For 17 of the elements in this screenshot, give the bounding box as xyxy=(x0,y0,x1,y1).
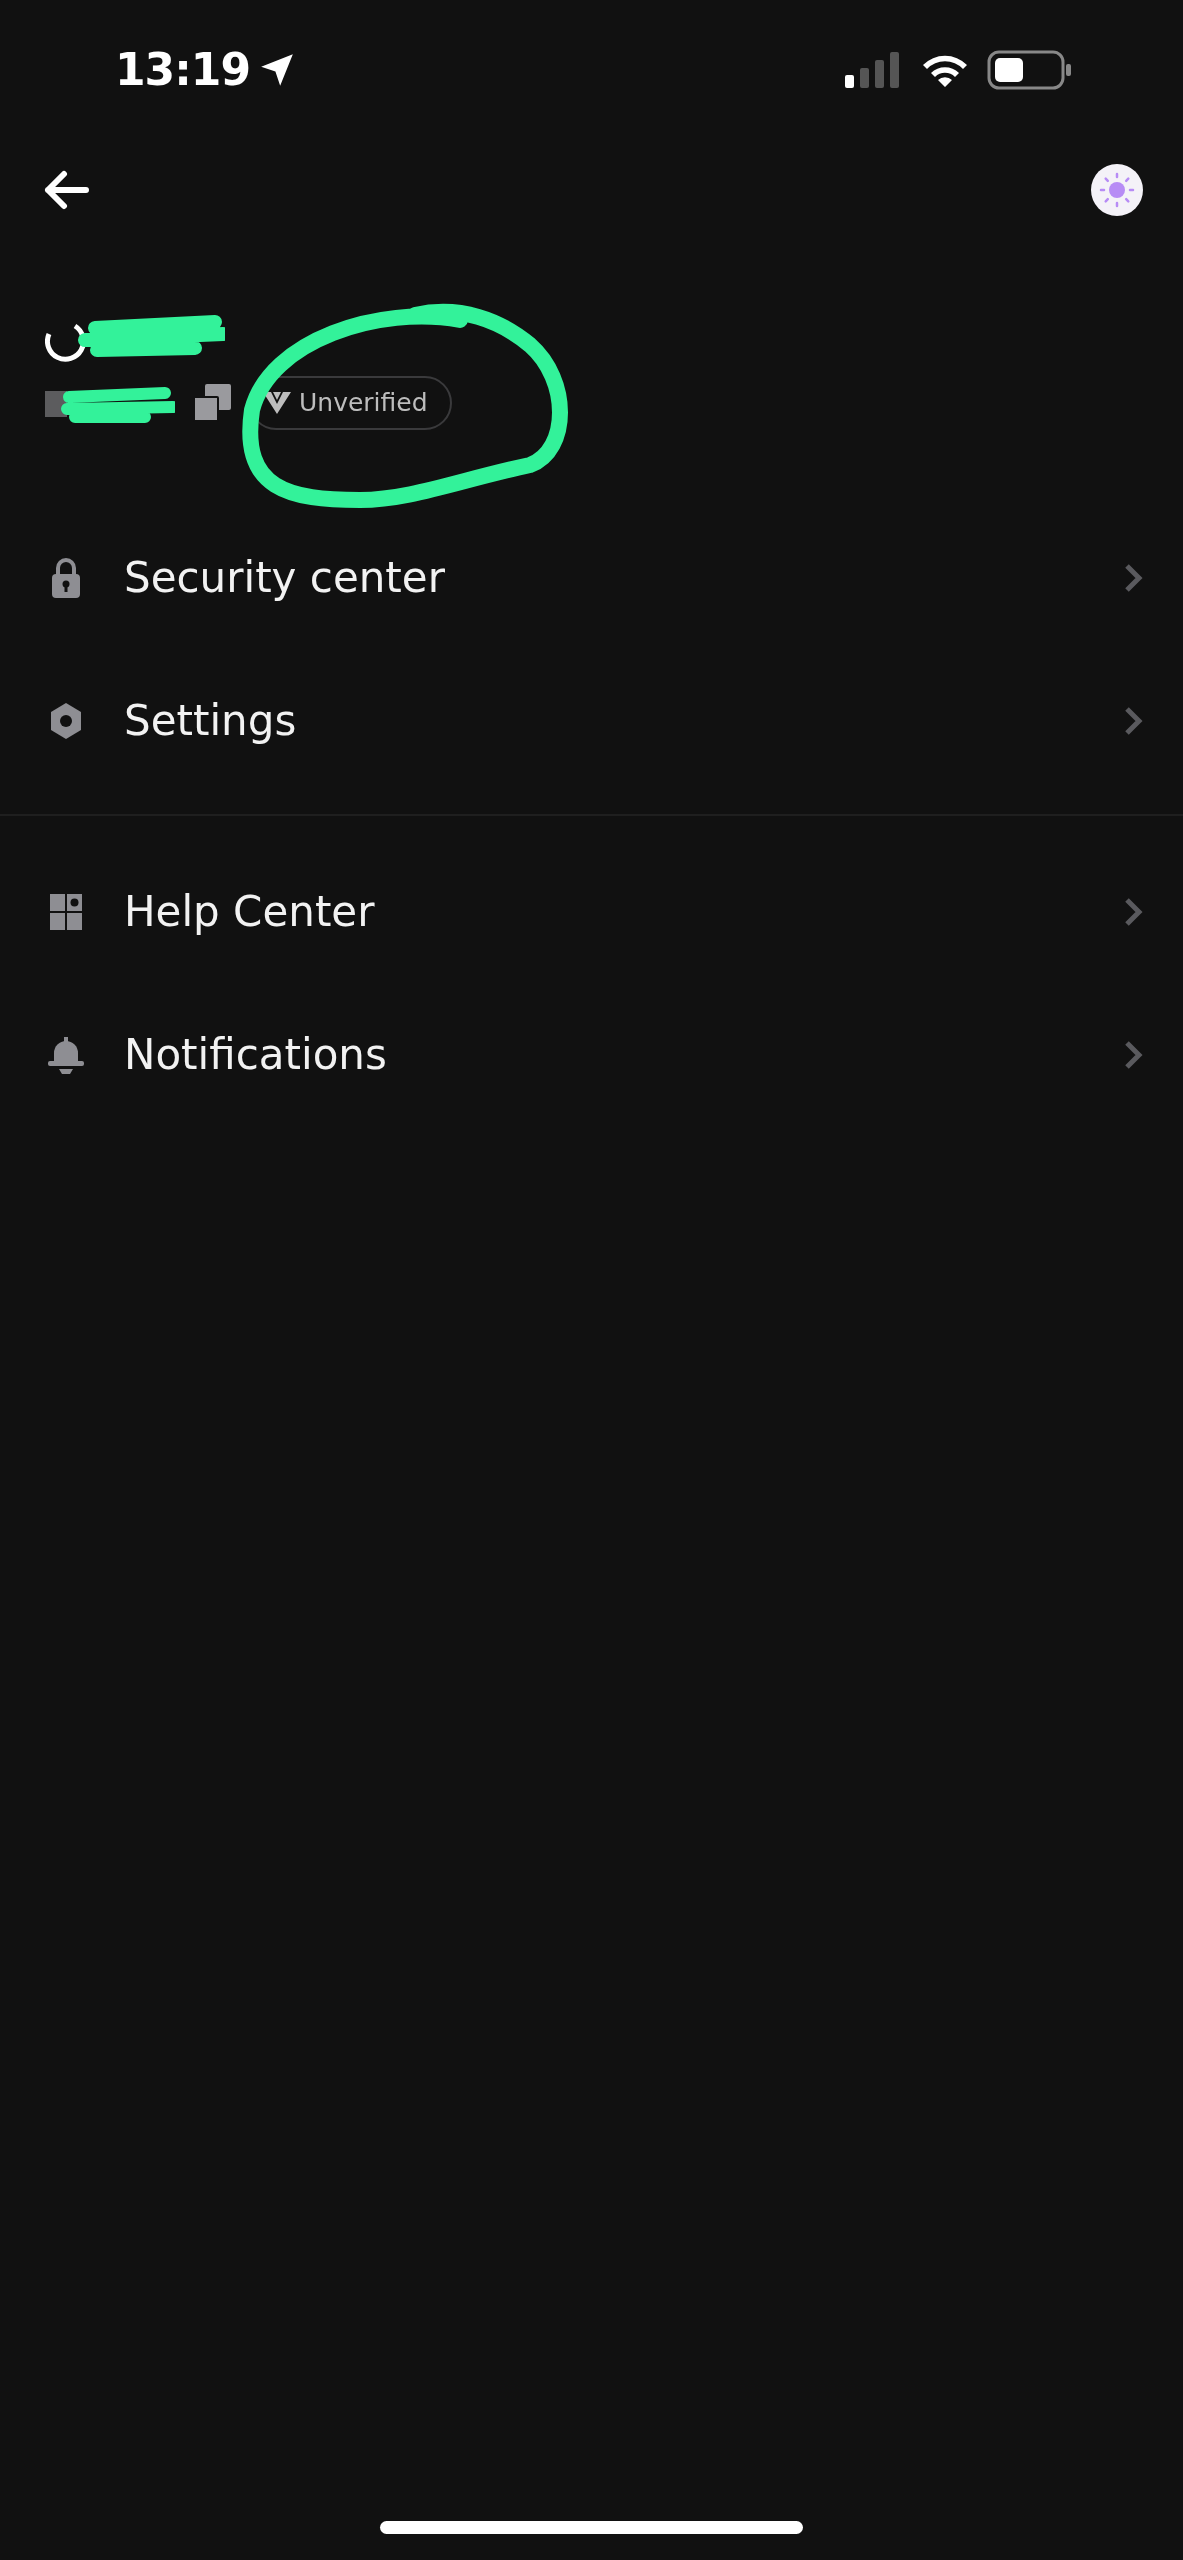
battery-icon xyxy=(987,50,1073,90)
hexagon-icon xyxy=(48,700,84,741)
chevron-right-icon xyxy=(1123,896,1143,927)
back-arrow-icon[interactable] xyxy=(42,170,90,210)
grid-icon xyxy=(48,891,84,932)
bell-icon xyxy=(48,1034,84,1075)
menu-item[interactable]: Settings xyxy=(0,649,1183,792)
chevron-right-icon xyxy=(1123,705,1143,736)
menu-item[interactable]: Security center xyxy=(0,506,1183,649)
status-time: 13:19 xyxy=(115,43,251,97)
menu-item[interactable]: Notifications xyxy=(0,983,1183,1126)
chevron-right-icon xyxy=(1123,1039,1143,1070)
theme-toggle-icon[interactable] xyxy=(1091,164,1143,216)
v-logo-icon xyxy=(263,392,291,414)
copy-icon[interactable] xyxy=(193,384,231,422)
menu-item[interactable]: Help Center xyxy=(0,840,1183,983)
chevron-right-icon xyxy=(1123,562,1143,593)
